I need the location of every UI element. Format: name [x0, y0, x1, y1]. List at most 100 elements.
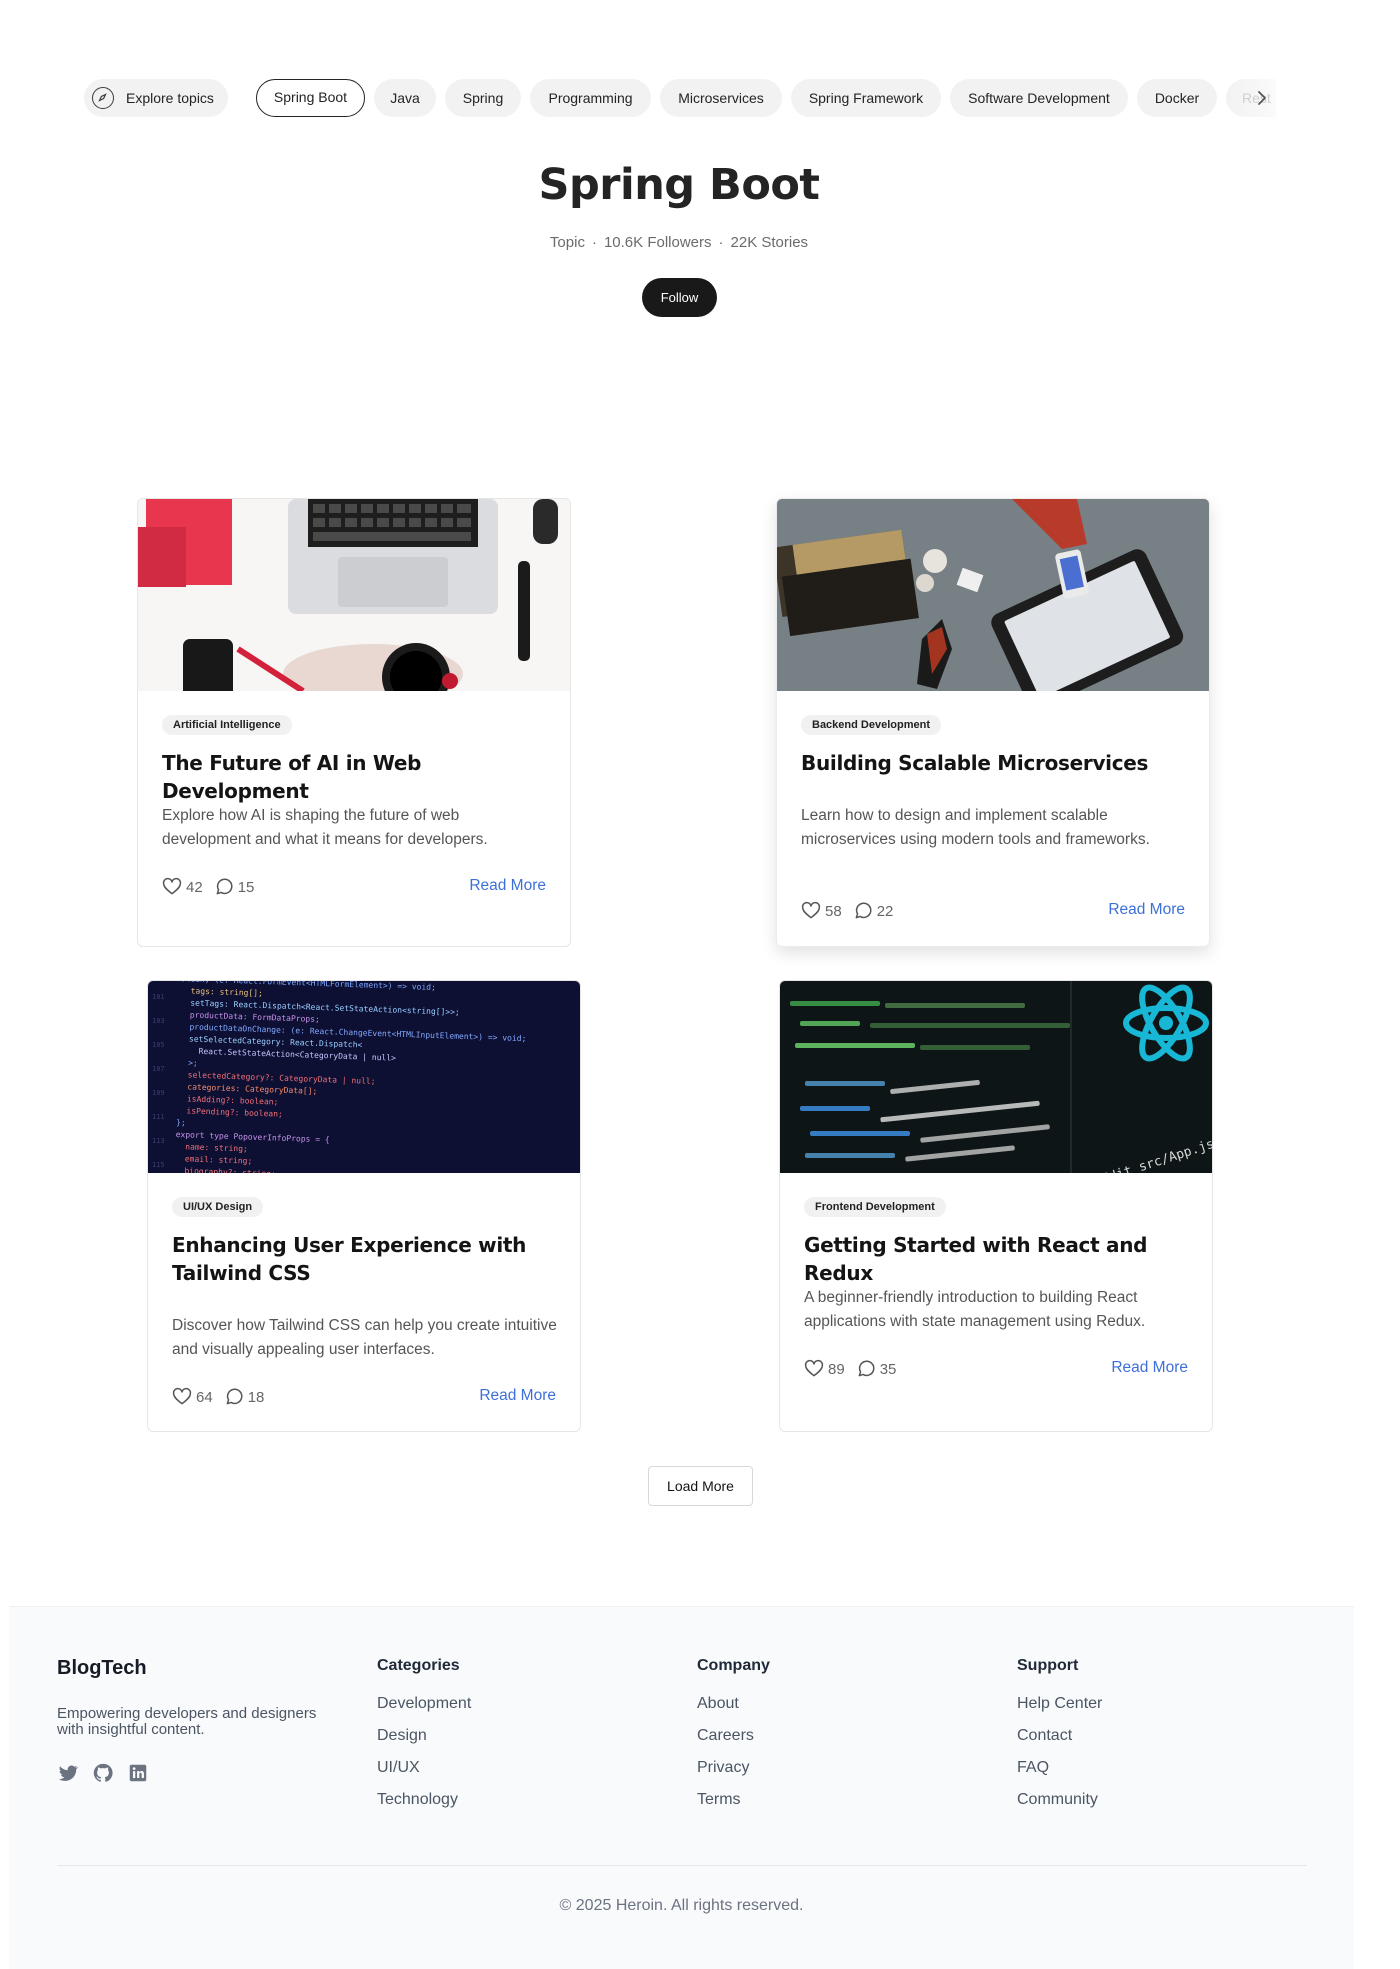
explore-topics-label: Explore topics	[126, 90, 214, 106]
topic-pill-label: Programming	[548, 90, 633, 106]
topic-type: Topic	[549, 234, 585, 251]
article-title[interactable]: Getting Started with React and Redux	[804, 1231, 1194, 1287]
article-title[interactable]: The Future of AI in Web Development	[162, 749, 552, 805]
heart-icon[interactable]	[162, 877, 182, 897]
heart-icon[interactable]	[801, 901, 821, 921]
footer-link-help-center[interactable]: Help Center	[1017, 1694, 1102, 1726]
footer-divider	[57, 1865, 1307, 1866]
comments-count: 15	[237, 878, 255, 896]
comment-icon[interactable]	[224, 1387, 244, 1407]
footer-column-company: Company About Careers Privacy Terms	[697, 1657, 770, 1822]
svg-text:115: 115	[152, 1161, 165, 1169]
article-card: Edit src/App.js and save to Frontend Dev…	[779, 980, 1213, 1432]
github-icon[interactable]	[92, 1762, 114, 1784]
article-card: Backend Development Building Scalable Mi…	[776, 498, 1210, 947]
topic-pill-spring[interactable]: Spring	[445, 79, 521, 117]
topic-pill-spring-boot[interactable]: Spring Boot	[256, 79, 365, 117]
article-stats: 89 35	[804, 1358, 907, 1380]
topic-pill-spring-framework[interactable]: Spring Framework	[791, 79, 941, 117]
category-badge: UI/UX Design	[172, 1197, 264, 1217]
likes-count: 89	[828, 1360, 845, 1378]
svg-text:101: 101	[152, 993, 165, 1001]
topic-pill-software-development[interactable]: Software Development	[950, 79, 1128, 117]
twitter-icon[interactable]	[57, 1762, 79, 1784]
topic-pill-label: Software Development	[968, 90, 1110, 106]
footer-link-faq[interactable]: FAQ	[1017, 1758, 1102, 1790]
svg-text:>;: >;	[188, 1058, 198, 1067]
svg-text:103: 103	[152, 1017, 165, 1025]
svg-text:107: 107	[152, 1065, 165, 1073]
topic-pill-programming[interactable]: Programming	[530, 79, 651, 117]
topic-pill-label: Microservices	[678, 90, 764, 106]
follow-button[interactable]: Follow	[642, 278, 717, 317]
footer-column-title: Company	[697, 1657, 770, 1674]
topic-pill-label: Spring Framework	[808, 90, 924, 106]
page-title: Spring Boot	[538, 160, 820, 210]
likes-count: 64	[196, 1388, 213, 1406]
footer-column-title: Categories	[377, 1657, 460, 1674]
article-card: boolean; (e: React.FormEvent<HTMLFormEle…	[147, 980, 581, 1432]
footer-link-careers[interactable]: Careers	[697, 1726, 770, 1758]
footer-column-categories: Categories Development Design UI/UX Tech…	[377, 1657, 471, 1822]
load-more-button[interactable]: Load More	[648, 1466, 753, 1506]
explore-topics-button[interactable]: Explore topics	[84, 79, 228, 117]
footer-tagline: Empowering developers and designers with…	[57, 1705, 317, 1738]
svg-text:105: 105	[152, 1041, 165, 1049]
copyright-text: © 2025 Heroin. All rights reserved.	[559, 1897, 804, 1914]
topic-pill-bar: Explore topics Spring Boot Java Spring P…	[84, 79, 1276, 117]
footer-column-support: Support Help Center Contact FAQ Communit…	[1017, 1657, 1102, 1822]
topic-meta: Topic · 10.6K Followers · 22K Stories	[549, 234, 809, 251]
comment-icon[interactable]	[856, 1359, 876, 1379]
footer-link-design[interactable]: Design	[377, 1726, 471, 1758]
footer-link-contact[interactable]: Contact	[1017, 1726, 1102, 1758]
article-description: Discover how Tailwind CSS can help you c…	[172, 1317, 557, 1358]
article-description: Learn how to design and implement scalab…	[801, 807, 1150, 848]
comments-count: 18	[247, 1388, 265, 1406]
topic-pill-label: Docker	[1154, 90, 1200, 106]
svg-text:113: 113	[152, 1137, 165, 1145]
followers-count: 10.6K Followers	[603, 234, 712, 251]
article-title[interactable]: Enhancing User Experience with Tailwind …	[172, 1231, 562, 1287]
footer-link-terms[interactable]: Terms	[697, 1790, 770, 1822]
footer-column-title: Support	[1017, 1657, 1079, 1674]
comment-icon[interactable]	[214, 877, 234, 897]
article-stats: 64 18	[172, 1386, 275, 1408]
linkedin-icon[interactable]	[127, 1762, 149, 1784]
stories-count: 22K Stories	[730, 234, 809, 251]
topic-pill-label: Java	[390, 90, 420, 106]
category-badge: Artificial Intelligence	[162, 715, 292, 735]
chevron-right-icon[interactable]	[1250, 86, 1274, 110]
article-title[interactable]: Building Scalable Microservices	[801, 749, 1191, 777]
topic-pill-label: Spring	[462, 90, 504, 106]
read-more-link[interactable]: Read More	[479, 1387, 556, 1405]
read-more-link[interactable]: Read More	[1108, 901, 1185, 919]
category-badge: Backend Development	[801, 715, 941, 735]
read-more-link[interactable]: Read More	[1111, 1359, 1188, 1377]
topic-pill-java[interactable]: Java	[374, 79, 436, 117]
article-card: Artificial Intelligence The Future of AI…	[137, 498, 571, 947]
heart-icon[interactable]	[804, 1359, 824, 1379]
topic-pill-microservices[interactable]: Microservices	[660, 79, 782, 117]
heart-icon[interactable]	[172, 1387, 192, 1407]
topic-pill-label: Spring Boot	[273, 89, 348, 105]
footer-link-technology[interactable]: Technology	[377, 1790, 471, 1822]
footer-link-privacy[interactable]: Privacy	[697, 1758, 770, 1790]
svg-text:111: 111	[152, 1113, 165, 1121]
footer-link-about[interactable]: About	[697, 1694, 770, 1726]
footer-link-uiux[interactable]: UI/UX	[377, 1758, 471, 1790]
comment-icon[interactable]	[853, 901, 873, 921]
likes-count: 42	[186, 878, 203, 896]
svg-text:};: };	[176, 1118, 186, 1127]
category-badge: Frontend Development	[804, 1197, 946, 1217]
read-more-link[interactable]: Read More	[469, 877, 546, 895]
footer-link-community[interactable]: Community	[1017, 1790, 1102, 1822]
article-image: boolean; (e: React.FormEvent<HTMLFormEle…	[148, 981, 580, 1173]
topic-pill-docker[interactable]: Docker	[1137, 79, 1217, 117]
comments-count: 22	[876, 902, 894, 920]
site-footer: BlogTech Empowering developers and desig…	[9, 1606, 1354, 1969]
social-links	[57, 1762, 162, 1784]
article-description: Explore how AI is shaping the future of …	[162, 807, 488, 848]
footer-link-development[interactable]: Development	[377, 1694, 471, 1726]
article-image	[777, 499, 1209, 691]
footer-brand[interactable]: BlogTech	[57, 1657, 147, 1680]
